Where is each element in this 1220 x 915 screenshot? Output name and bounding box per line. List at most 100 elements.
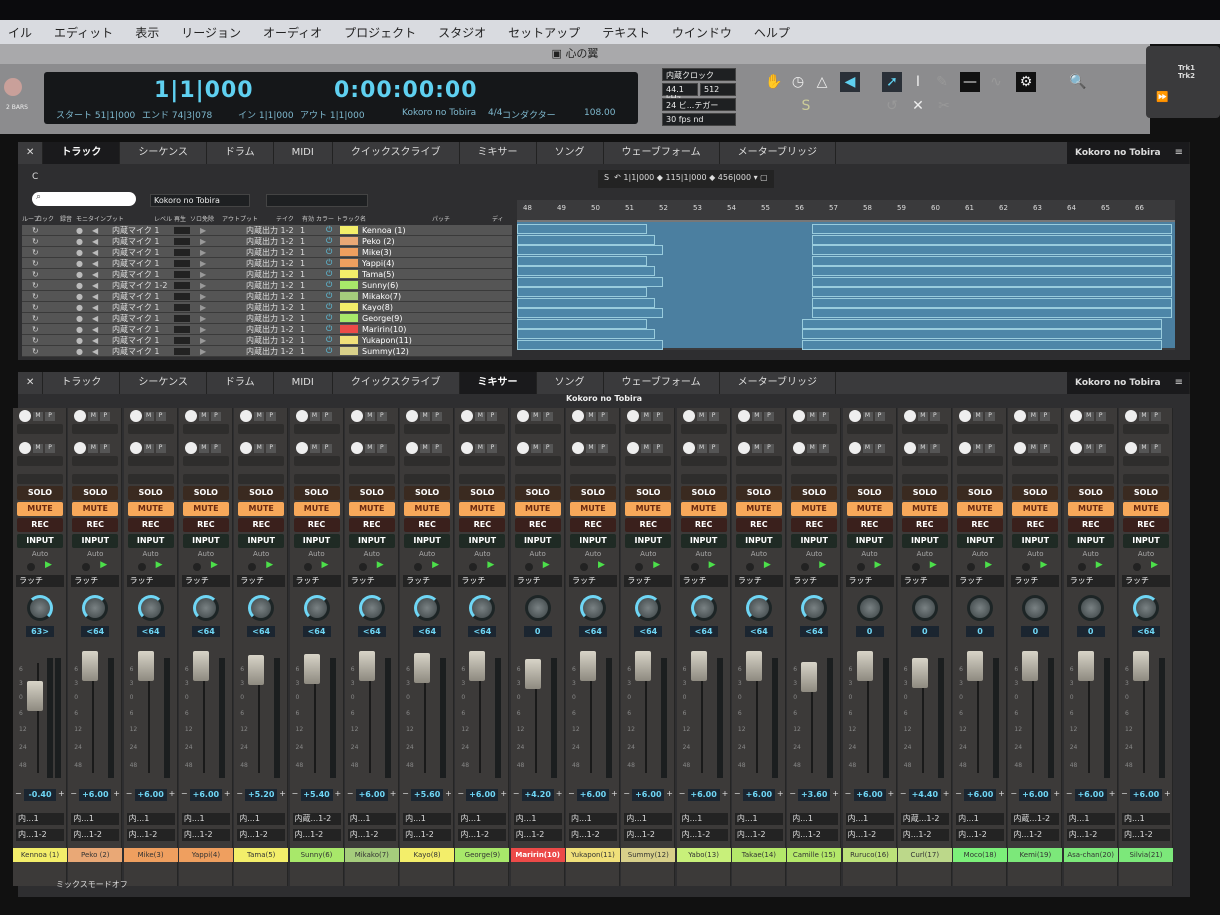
send-slot[interactable]	[182, 456, 229, 466]
input-select[interactable]: 内蔵...1-2	[900, 813, 949, 825]
play-icon[interactable]: ▶	[200, 270, 246, 279]
gain-increment[interactable]: +	[500, 789, 507, 798]
mute-button[interactable]: MUTE	[1067, 502, 1114, 516]
send-prepost-button[interactable]: P	[763, 444, 774, 453]
pan-knob[interactable]	[358, 595, 385, 621]
gain-decrement[interactable]: −	[679, 789, 686, 798]
send-slot[interactable]	[901, 456, 948, 466]
tab-0[interactable]: トラック	[43, 372, 121, 394]
close-panel-icon[interactable]: ✕	[18, 142, 44, 164]
channel-name[interactable]: George(9)	[455, 848, 510, 862]
input-button[interactable]: INPUT	[625, 534, 672, 548]
pan-value[interactable]: <64	[136, 626, 165, 637]
monitor-icon[interactable]: ◀	[92, 226, 112, 235]
send-knob-icon[interactable]	[19, 442, 31, 454]
send-knob-icon[interactable]	[959, 410, 972, 422]
automation-play-icon[interactable]: ▶	[432, 560, 439, 570]
send-knob-icon[interactable]	[737, 442, 750, 454]
send-knob-icon[interactable]	[1125, 442, 1137, 454]
gain-decrement[interactable]: −	[623, 789, 630, 798]
volume-fader[interactable]	[469, 651, 486, 681]
automation-mode-select[interactable]: ラッチ	[900, 575, 949, 587]
send-slot[interactable]	[570, 456, 616, 466]
locate-start[interactable]: 1|1|000	[623, 173, 654, 182]
automation-play-icon[interactable]: ▶	[100, 560, 107, 570]
send-knob-icon[interactable]	[627, 410, 640, 422]
mute-button[interactable]: MUTE	[17, 502, 63, 516]
automation-record-icon[interactable]	[524, 563, 533, 571]
sample-rate[interactable]: 44.1 kHz	[662, 83, 698, 103]
solo-button[interactable]: SOLO	[127, 486, 174, 500]
channel-name[interactable]: Asa-chan(20)	[1063, 848, 1118, 862]
automation-mode-select[interactable]: ラッチ	[1066, 575, 1115, 587]
track-name[interactable]: George(9)	[362, 314, 462, 323]
insert-slot[interactable]	[72, 474, 119, 484]
track-input[interactable]: 内蔵マイク 1	[112, 291, 174, 302]
send-mute-button[interactable]: M	[198, 444, 209, 453]
gain-value[interactable]: +6.00	[189, 789, 222, 801]
send-prepost-button[interactable]: P	[487, 444, 498, 453]
audio-clip[interactable]	[517, 297, 655, 308]
track-input[interactable]: 内蔵マイク 1	[112, 225, 174, 236]
track-input[interactable]: 内蔵マイク 1	[112, 236, 174, 247]
record-arm-icon[interactable]: ●	[76, 281, 92, 290]
gain-decrement[interactable]: −	[1066, 789, 1073, 798]
output-select[interactable]: 内...1-2	[734, 829, 783, 841]
gear-tool-icon[interactable]: ⚙	[1016, 72, 1036, 92]
output-select[interactable]: 内...1-2	[1011, 829, 1060, 841]
position-time[interactable]: 0:00:00:00	[334, 78, 478, 103]
track-color[interactable]	[340, 303, 358, 311]
pan-knob[interactable]	[580, 595, 606, 621]
tab-3[interactable]: MIDI	[274, 142, 333, 164]
send-slot[interactable]	[127, 424, 174, 434]
gain-decrement[interactable]: −	[568, 789, 575, 798]
menu-item[interactable]: テキスト	[594, 24, 664, 41]
position-bars[interactable]: 1|1|000	[154, 78, 254, 103]
track-row[interactable]: ↻ ● ◀ 内蔵マイク 1-2 ▶ 内蔵出力 1-2 1 ⏻ Sunny(6)	[22, 280, 512, 291]
volume-fader[interactable]	[82, 651, 99, 681]
gain-value[interactable]: +5.20	[245, 789, 278, 801]
send-prepost-button[interactable]: P	[542, 412, 553, 421]
automation-record-icon[interactable]	[192, 563, 201, 571]
gain-value[interactable]: +6.00	[632, 789, 665, 801]
send-knob-icon[interactable]	[461, 410, 474, 422]
send-mute-button[interactable]: M	[696, 412, 707, 421]
pan-value[interactable]: 0	[1021, 626, 1050, 637]
pan-value[interactable]: <64	[413, 626, 442, 637]
pan-knob[interactable]	[137, 595, 164, 621]
automation-record-icon[interactable]	[303, 563, 312, 571]
output-select[interactable]: 内...1-2	[845, 829, 894, 841]
gain-decrement[interactable]: −	[292, 789, 299, 798]
insert-slot[interactable]	[238, 474, 285, 484]
send-mute-button[interactable]: M	[1083, 444, 1094, 453]
gain-value[interactable]: +4.20	[521, 789, 554, 801]
wave-tool-icon[interactable]: ∿	[986, 72, 1006, 92]
send-prepost-button[interactable]: P	[819, 412, 830, 421]
insert-slot[interactable]	[570, 474, 616, 484]
input-button[interactable]: INPUT	[459, 534, 506, 548]
audio-clip[interactable]	[802, 339, 1162, 350]
track-output[interactable]: 内蔵出力 1-2	[246, 324, 300, 335]
mute-button[interactable]: MUTE	[404, 502, 451, 516]
play-icon[interactable]: ▶	[200, 314, 246, 323]
send-prepost-button[interactable]: P	[1151, 444, 1161, 453]
buffer-size[interactable]: 512	[700, 83, 736, 96]
solo-button[interactable]: SOLO	[182, 486, 229, 500]
tab-2[interactable]: ドラム	[207, 142, 274, 164]
input-button[interactable]: INPUT	[570, 534, 616, 548]
send-knob-icon[interactable]	[793, 410, 806, 422]
send-prepost-button[interactable]: P	[1095, 412, 1106, 421]
send-knob-icon[interactable]	[627, 442, 640, 454]
send-knob-icon[interactable]	[848, 442, 861, 454]
gain-decrement[interactable]: −	[181, 789, 188, 798]
solo-button[interactable]: SOLO	[348, 486, 395, 500]
send-slot[interactable]	[404, 424, 451, 434]
volume-fader[interactable]	[580, 651, 596, 681]
fast-forward-icon[interactable]: ⏩	[1156, 92, 1168, 103]
tab-7[interactable]: ウェーブフォーム	[604, 372, 720, 394]
automation-play-icon[interactable]: ▶	[930, 560, 937, 570]
automation-mode-select[interactable]: ラッチ	[734, 575, 783, 587]
send-slot[interactable]	[570, 424, 616, 434]
send-prepost-button[interactable]: P	[321, 412, 332, 421]
enable-power-icon[interactable]: ⏻	[326, 335, 340, 345]
